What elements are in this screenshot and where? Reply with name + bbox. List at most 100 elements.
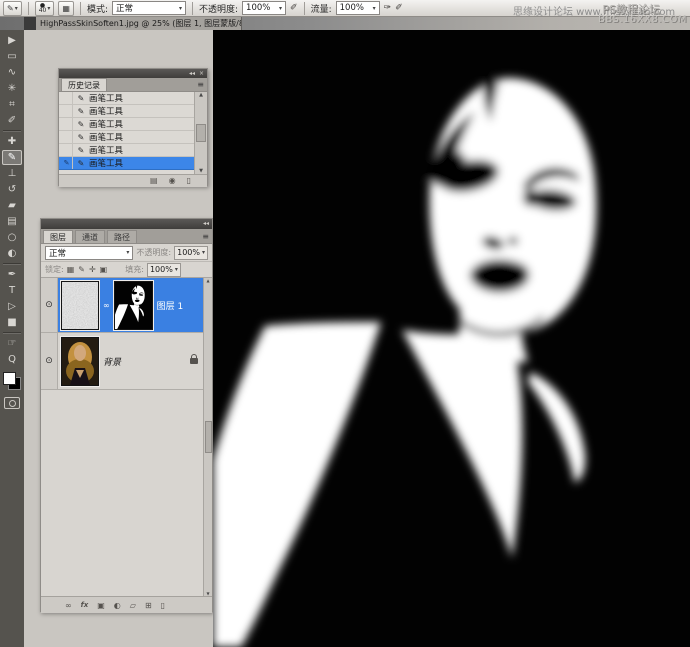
path-selection-tool[interactable]: ▷ [2, 299, 22, 314]
healing-brush-tool[interactable]: ✚ [2, 134, 22, 149]
tab-history[interactable]: 历史记录 [61, 78, 107, 91]
quick-mask-button[interactable] [4, 397, 20, 409]
tab-layers[interactable]: 图层 [43, 230, 73, 243]
history-entry-label: 画笔工具 [89, 92, 123, 104]
pressure-opacity-icon[interactable]: ✐ [290, 3, 298, 13]
history-source-well[interactable] [61, 131, 73, 143]
scrollbar-thumb[interactable] [196, 124, 206, 142]
dodge-icon: ◐ [8, 248, 17, 259]
blend-mode-select[interactable]: 正常 ▾ [45, 246, 133, 260]
delete-layer-button[interactable]: ▯ [161, 601, 165, 610]
eraser-tool[interactable]: ▰ [2, 198, 22, 213]
adjustment-layer-button[interactable]: ◐ [114, 601, 121, 610]
lock-all-icon[interactable]: ▣ [100, 265, 108, 274]
layer1-thumbnail[interactable] [61, 281, 99, 330]
history-source-icon[interactable]: ✎ [61, 157, 73, 169]
lasso-tool[interactable]: ∿ [2, 65, 22, 80]
move-tool[interactable]: ▶ [2, 33, 22, 48]
history-source-well[interactable] [61, 144, 73, 156]
panel-menu-icon[interactable]: ≡ [197, 80, 204, 89]
document-tab-title: HighPassSkinSoften1.jpg @ 25% (图层 1, 图层蒙… [40, 18, 242, 29]
new-group-button[interactable]: ▱ [130, 601, 136, 610]
history-brush-tool[interactable]: ↺ [2, 182, 22, 197]
marquee-tool[interactable]: ▭ [2, 49, 22, 64]
tool-preset-button[interactable]: ✎ ▾ [3, 1, 22, 16]
opacity-input[interactable]: 100% ▾ [242, 1, 286, 15]
brush-icon: ✎ [75, 94, 87, 103]
history-entry[interactable]: ✎ 画笔工具 [59, 144, 207, 157]
airbrush-icon[interactable]: ✑ [384, 3, 392, 13]
history-panel: ◂◂ × 历史记录 ≡ ✎ 画笔工具 ✎ 画笔工具 ✎ 画笔工具 [58, 68, 208, 186]
delete-state-button[interactable]: ▯ [187, 177, 191, 185]
flow-input[interactable]: 100% ▾ [336, 1, 380, 15]
history-entry[interactable]: ✎ 画笔工具 [59, 105, 207, 118]
history-source-well[interactable] [61, 92, 73, 104]
hand-tool[interactable]: ☞ [2, 336, 22, 351]
history-panel-titlebar[interactable]: ◂◂ × [59, 69, 207, 78]
layer-styles-button[interactable]: fx [81, 601, 89, 609]
dodge-tool[interactable]: ◐ [2, 246, 22, 261]
panel-menu-icon[interactable]: ≡ [202, 232, 209, 241]
history-source-well[interactable] [61, 118, 73, 130]
pen-tool[interactable]: ✒ [2, 267, 22, 282]
layer-name[interactable]: 图层 1 [157, 299, 184, 312]
scroll-up-icon[interactable]: ▲ [206, 278, 209, 283]
type-tool[interactable]: T [2, 283, 22, 298]
new-snapshot-button[interactable]: ◉ [169, 177, 176, 185]
layer-name[interactable]: 背景 [103, 355, 121, 368]
layer-row-layer1[interactable]: ⊙ ∞ 图层 1 [41, 278, 212, 333]
new-layer-button[interactable]: ⊞ [145, 601, 152, 610]
lock-position-icon[interactable]: ✛ [89, 265, 96, 274]
history-source-well[interactable] [61, 105, 73, 117]
brush-size-picker[interactable]: ● 40 ▾ [35, 1, 55, 16]
history-entry[interactable]: ✎ 画笔工具 [59, 131, 207, 144]
zoom-tool[interactable]: Q [2, 352, 22, 367]
layers-scrollbar[interactable]: ▲ ▼ [203, 278, 212, 596]
history-entry-selected[interactable]: ✎ ✎ 画笔工具 [59, 157, 207, 170]
blend-mode-value: 正常 [49, 247, 66, 259]
visibility-toggle[interactable]: ⊙ [41, 278, 58, 332]
toggle-brush-panel-button[interactable]: ▦ [58, 1, 74, 16]
color-swatches [3, 372, 21, 390]
shape-tool[interactable]: ■ [2, 315, 22, 330]
blur-tool[interactable]: ○ [2, 230, 22, 245]
eyedropper-tool[interactable]: ✐ [2, 113, 22, 128]
pressure-size-icon[interactable]: ✐ [395, 3, 403, 13]
close-icon[interactable]: × [199, 71, 204, 77]
layer-opacity-input[interactable]: 100% ▾ [174, 246, 208, 260]
visibility-toggle[interactable]: ⊙ [41, 333, 58, 389]
scroll-down-icon[interactable]: ▼ [206, 591, 209, 596]
new-document-from-state-button[interactable]: ▤ [150, 177, 158, 185]
history-entry[interactable]: ✎ 画笔工具 [59, 118, 207, 131]
crop-tool[interactable]: ⌗ [2, 97, 22, 112]
collapse-icon[interactable]: ◂◂ [203, 221, 209, 227]
foreground-color-swatch[interactable] [3, 372, 16, 385]
collapse-icon[interactable]: ◂◂ [189, 71, 195, 77]
layers-panel-titlebar[interactable]: ◂◂ [41, 219, 212, 229]
history-entry[interactable]: ✎ 画笔工具 [59, 92, 207, 105]
history-scrollbar[interactable]: ▲ ▼ [194, 92, 207, 174]
layer-mask-thumbnail[interactable] [114, 281, 153, 330]
document-canvas[interactable] [213, 30, 690, 647]
layer-row-background[interactable]: ⊙ 背景 [41, 333, 212, 390]
add-layer-mask-button[interactable]: ▣ [97, 601, 105, 610]
background-thumbnail[interactable] [61, 337, 99, 386]
mask-link-icon[interactable]: ∞ [103, 301, 110, 310]
brush-tool[interactable]: ✎ [2, 150, 22, 165]
scroll-up-icon[interactable]: ▲ [199, 92, 203, 98]
brush-icon: ✎ [75, 159, 87, 168]
tab-paths[interactable]: 路径 [107, 230, 137, 243]
lock-image-icon[interactable]: ✎ [78, 265, 85, 274]
scroll-down-icon[interactable]: ▼ [199, 168, 203, 174]
document-tab[interactable]: HighPassSkinSoften1.jpg @ 25% (图层 1, 图层蒙… [36, 17, 242, 30]
mode-select[interactable]: 正常 ▾ [112, 1, 186, 15]
clone-stamp-tool[interactable]: ⊥ [2, 166, 22, 181]
gradient-tool[interactable]: ▤ [2, 214, 22, 229]
quick-selection-tool[interactable]: ✳ [2, 81, 22, 96]
scrollbar-thumb[interactable] [205, 421, 212, 453]
link-layers-button[interactable]: ∞ [65, 601, 72, 610]
history-list: ✎ 画笔工具 ✎ 画笔工具 ✎ 画笔工具 ✎ 画笔工具 ✎ 画笔工具 [59, 92, 207, 174]
lock-transparent-icon[interactable]: ▦ [67, 265, 75, 274]
tab-channels[interactable]: 通道 [75, 230, 105, 243]
fill-input[interactable]: 100% ▾ [147, 263, 181, 277]
